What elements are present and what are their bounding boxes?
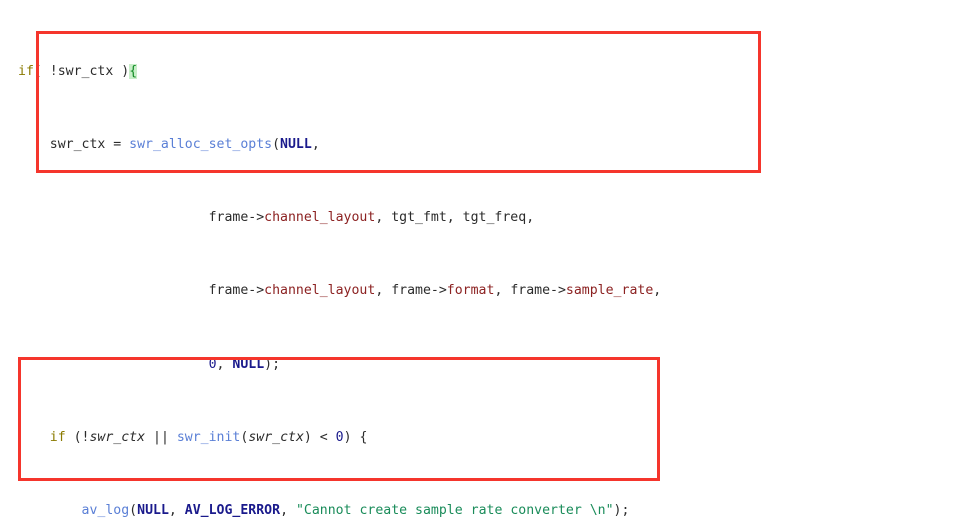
code-line: if (!swr_ctx || swr_init(swr_ctx) < 0) { xyxy=(49,429,368,445)
code-line: 0, NULL); xyxy=(208,356,281,372)
code-line: if( !swr_ctx ){ xyxy=(18,63,138,79)
code-line: swr_ctx = swr_alloc_set_opts(NULL, xyxy=(49,137,320,153)
code-line: frame->channel_layout, frame->format, fr… xyxy=(208,283,662,299)
code-editor-content[interactable]: if( !swr_ctx ){ swr_ctx = swr_alloc_set_… xyxy=(0,0,964,523)
code-line: frame->channel_layout, tgt_fmt, tgt_freq… xyxy=(208,210,535,226)
code-screenshot: if( !swr_ctx ){ swr_ctx = swr_alloc_set_… xyxy=(0,0,964,523)
code-line: av_log(NULL, AV_LOG_ERROR, "Cannot creat… xyxy=(81,503,630,519)
